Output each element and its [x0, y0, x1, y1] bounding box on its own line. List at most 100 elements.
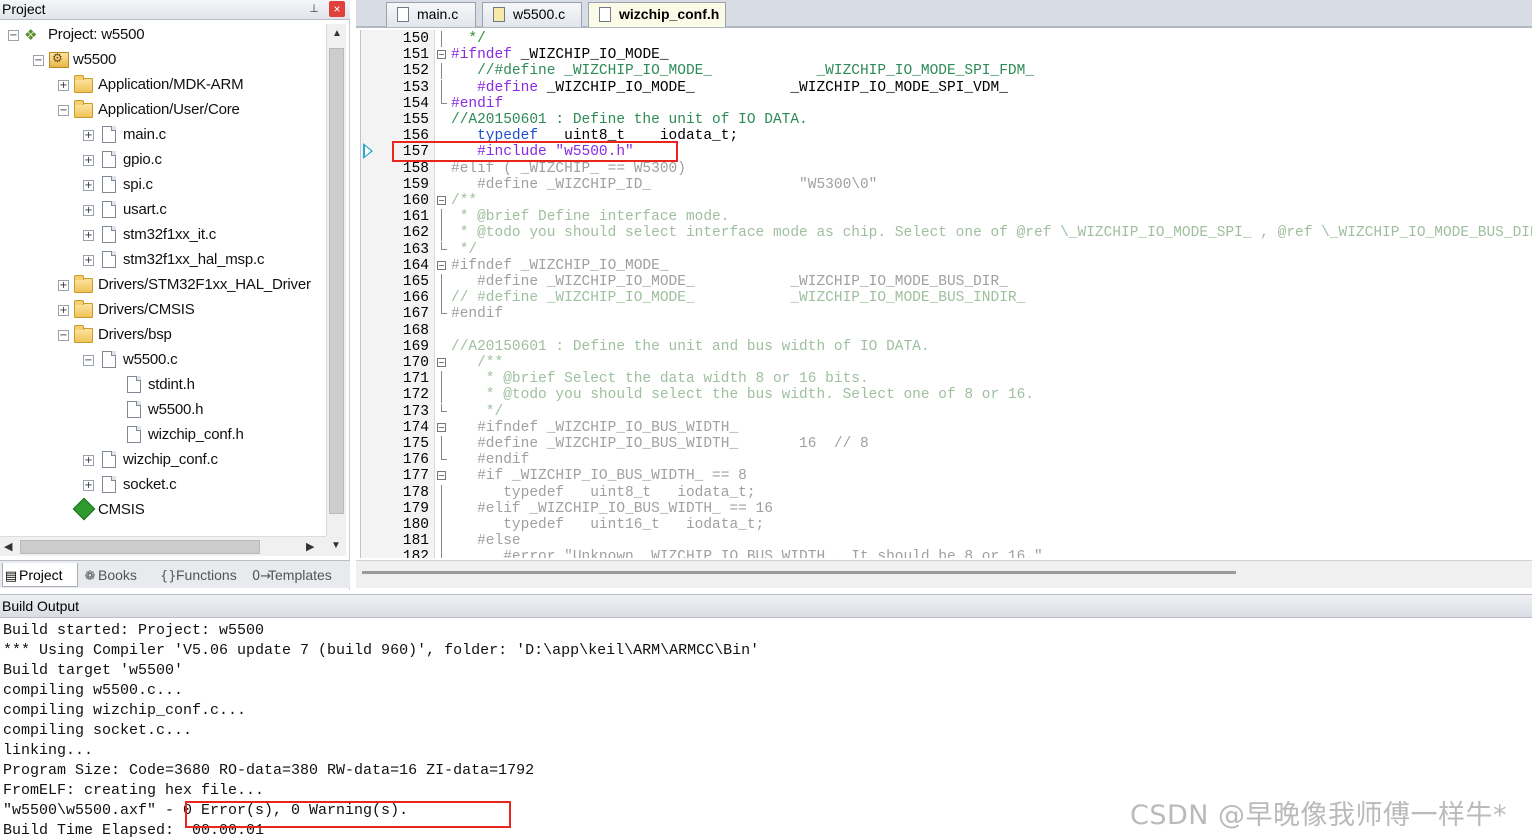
code-text: //A20150601 : Define the unit and bus wi…	[451, 339, 930, 355]
tree-item[interactable]: + usart.c	[0, 198, 326, 223]
books-icon: ❁	[84, 569, 96, 584]
pin-icon[interactable]: ⊥	[307, 2, 321, 16]
line-number: 170	[402, 355, 429, 371]
tree-horizontal-scrollbar[interactable]: ◀ ▶	[0, 536, 326, 556]
fold-guide	[441, 290, 442, 307]
tree-item[interactable]: w5500.h	[0, 398, 326, 423]
fold-collapse-icon[interactable]: −	[437, 358, 446, 367]
output-line: *** Using Compiler 'V5.06 update 7 (buil…	[3, 642, 760, 659]
file-icon	[99, 151, 119, 169]
line-number: 161	[402, 209, 429, 226]
folder-icon	[74, 300, 94, 319]
code-token: #elif ( _WIZCHIP_ == W5300)	[451, 160, 686, 177]
tree-item[interactable]: − w5500	[0, 48, 326, 73]
collapse-icon[interactable]: −	[33, 55, 44, 66]
fold-collapse-icon[interactable]: −	[437, 422, 446, 432]
scroll-up-arrow-icon[interactable]: ▲	[330, 28, 344, 40]
line-number: 153	[402, 79, 429, 96]
expand-icon[interactable]: +	[83, 205, 94, 216]
code-token: /**	[451, 193, 478, 209]
scroll-left-arrow-icon[interactable]: ◀	[4, 540, 12, 553]
tab-books[interactable]: ❁ Books	[82, 563, 156, 587]
tree-item[interactable]: + Application/MDK-ARM	[0, 73, 326, 98]
collapse-icon[interactable]: −	[58, 330, 69, 341]
file-icon-shape	[102, 476, 116, 493]
code-text: #error "Unknown _WIZCHIP_IO_BUS_WIDTH_. …	[451, 549, 1043, 558]
tree-item[interactable]: + spi.c	[0, 173, 326, 198]
collapse-icon[interactable]: −	[83, 355, 94, 366]
expand-icon[interactable]: +	[83, 155, 94, 166]
project-pane-header: Project ⊥ ×	[0, 0, 350, 20]
tree-item[interactable]: + wizchip_conf.c	[0, 448, 326, 473]
close-icon[interactable]: ×	[329, 1, 345, 17]
tree-item[interactable]: + Drivers/CMSIS	[0, 298, 326, 323]
code-token: #else	[451, 533, 521, 550]
tree-item[interactable]: − Drivers/bsp	[0, 323, 326, 348]
tab-functions[interactable]: {}Functions	[160, 563, 248, 587]
code-text: #define _WIZCHIP_ID_ "W5300\0"	[451, 177, 877, 193]
code-line: 179 #elif _WIZCHIP_IO_BUS_WIDTH_ == 16	[361, 500, 1532, 517]
collapse-icon[interactable]: −	[58, 105, 69, 116]
expand-icon[interactable]: +	[83, 180, 94, 191]
editor-horizontal-scrollbar[interactable]	[356, 560, 1532, 588]
fold-collapse-icon[interactable]: −	[437, 50, 446, 60]
folder-open-icon-shape	[74, 325, 93, 343]
tree-item[interactable]: + socket.c	[0, 473, 326, 498]
file-icon-shape	[102, 201, 116, 218]
file-icon	[124, 426, 144, 444]
editor-tab-wizchip-conf-h[interactable]: wizchip_conf.h	[588, 2, 726, 27]
expand-icon[interactable]: +	[83, 455, 94, 466]
editor-tab-main-c[interactable]: main.c	[386, 2, 476, 27]
file-icon	[397, 7, 409, 22]
line-number: 179	[402, 500, 429, 517]
scroll-right-arrow-icon[interactable]: ▶	[306, 540, 314, 553]
fold-guide	[441, 31, 442, 47]
tab-project[interactable]: ▤ Project	[2, 563, 78, 587]
scroll-down-arrow-icon[interactable]: ▼	[326, 536, 346, 556]
tree-item[interactable]: + Drivers/STM32F1xx_HAL_Driver	[0, 273, 326, 298]
tree-item[interactable]: + stm32f1xx_hal_msp.c	[0, 248, 326, 273]
folder-open-icon-shape	[74, 100, 93, 118]
expand-icon[interactable]: +	[83, 255, 94, 266]
expand-icon[interactable]: +	[83, 130, 94, 141]
fold-end-guide	[441, 241, 447, 250]
line-number: 152	[402, 63, 429, 80]
code-editor[interactable]: 150 */151− #ifndef _WIZCHIP_IO_MODE_ 152 /…	[360, 30, 1532, 558]
tree-item[interactable]: + gpio.c	[0, 148, 326, 173]
scrollbar-thumb[interactable]	[362, 571, 1236, 574]
line-number: 162	[402, 225, 429, 242]
fold-collapse-icon[interactable]: −	[437, 471, 446, 481]
editor-tab-w5500-c[interactable]: w5500.c	[482, 2, 582, 27]
tree-item[interactable]: − ❖ Project: w5500	[0, 23, 326, 48]
expand-icon[interactable]: +	[83, 480, 94, 491]
expand-icon[interactable]: +	[58, 280, 69, 291]
tab-templates[interactable]: 0→Templates	[252, 563, 344, 587]
file-icon-shape	[102, 251, 116, 268]
line-number: 172	[402, 387, 429, 404]
code-line: 180 typedef uint16_t iodata_t;	[361, 517, 1532, 533]
tree-item[interactable]: wizchip_conf.h	[0, 423, 326, 448]
expand-icon[interactable]: +	[58, 305, 69, 316]
expand-icon[interactable]: +	[58, 80, 69, 91]
collapse-icon[interactable]: −	[8, 30, 19, 41]
scrollbar-thumb[interactable]	[329, 48, 344, 514]
code-line: 176 #endif	[361, 452, 1532, 468]
tree-vertical-scrollbar[interactable]: ▲	[326, 24, 346, 536]
tree-item[interactable]: + main.c	[0, 123, 326, 148]
tree-item[interactable]: − w5500.c	[0, 348, 326, 373]
scrollbar-thumb[interactable]	[20, 540, 260, 554]
code-token: //A20150601 : Define the unit and bus wi…	[451, 338, 930, 355]
code-token: typedef uint8_t iodata_t;	[451, 484, 756, 501]
fold-collapse-icon[interactable]: −	[437, 196, 446, 205]
tree-item-label: w5500	[73, 51, 117, 68]
tree-item[interactable]: stdint.h	[0, 373, 326, 398]
file-icon	[99, 476, 119, 494]
expand-icon[interactable]: +	[83, 230, 94, 241]
tree-item[interactable]: + stm32f1xx_it.c	[0, 223, 326, 248]
tree-item[interactable]: − Application/User/Core	[0, 98, 326, 123]
fold-collapse-icon[interactable]: −	[437, 260, 446, 270]
output-line: linking...	[3, 742, 94, 759]
line-number: 164	[402, 257, 429, 274]
line-number: 171	[402, 371, 429, 388]
tree-item[interactable]: CMSIS	[0, 497, 326, 523]
